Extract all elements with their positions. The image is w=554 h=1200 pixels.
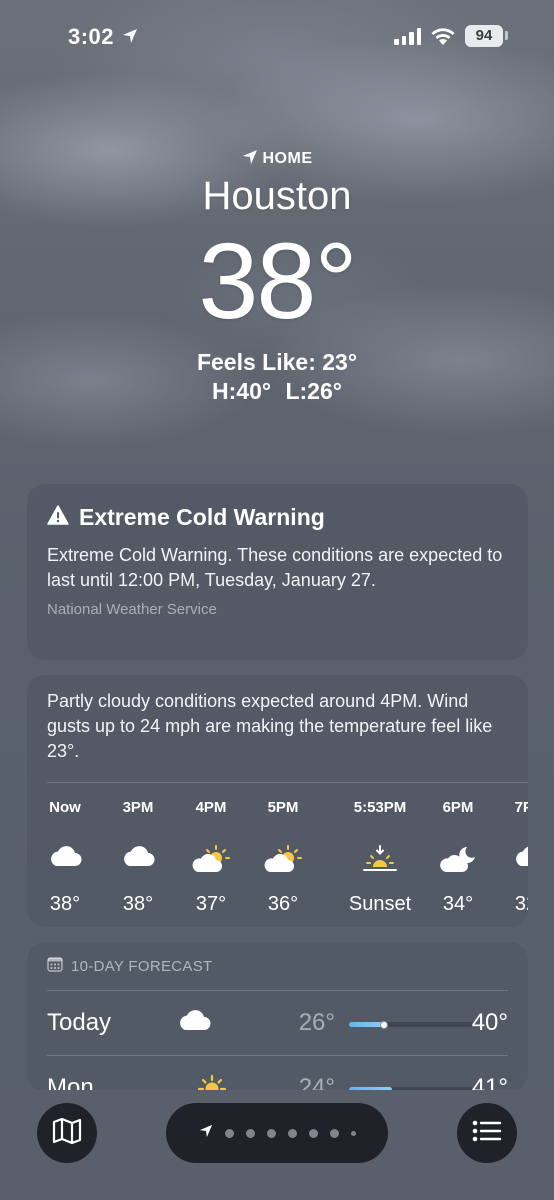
battery-indicator: 94 — [465, 25, 503, 47]
page-dot[interactable] — [224, 1128, 234, 1138]
hour-temp: 38° — [49, 893, 81, 915]
cloud-icon — [490, 845, 528, 867]
hour-temp: 38° — [122, 893, 154, 915]
hourly-scroll[interactable]: Now 38° 3PM 38° 4PM 37° 5PM 36° 5:53PM S… — [47, 783, 528, 927]
page-dot[interactable] — [329, 1128, 339, 1138]
hourly-summary: Partly cloudy conditions expected around… — [47, 691, 493, 761]
list-icon — [472, 1119, 502, 1148]
location-label: HOME — [0, 148, 554, 170]
cloud-icon — [98, 845, 178, 867]
location-arrow-icon — [242, 149, 258, 170]
location-page-indicator[interactable] — [166, 1103, 388, 1163]
location-list-button[interactable] — [457, 1103, 517, 1163]
calendar-icon — [47, 956, 63, 976]
sunset-icon — [330, 845, 430, 873]
forecast-day-row[interactable]: Today 26° 40° — [47, 991, 508, 1055]
location-label-text: HOME — [262, 150, 313, 167]
day-low: 26° — [298, 1009, 335, 1036]
temperature-range-bar — [349, 1020, 473, 1029]
hourly-forecast-card[interactable]: Partly cloudy conditions expected around… — [27, 675, 528, 927]
status-bar: 3:02 94 — [0, 0, 554, 70]
alert-body: Extreme Cold Warning. These conditions a… — [47, 545, 503, 590]
high-low: H:40° L:26° — [212, 378, 342, 404]
ten-day-forecast-card[interactable]: 10-DAY FORECAST Today 26° 40° Mon 24° 41… — [27, 942, 528, 1092]
current-temp-marker — [379, 1020, 388, 1029]
hour-label: 3PM — [122, 799, 154, 816]
forecast-day-row[interactable]: Mon 24° 41° — [47, 1056, 508, 1092]
page-dot[interactable] — [287, 1128, 297, 1138]
alert-title: Extreme Cold Warning — [47, 504, 508, 531]
city-name: Houston — [202, 174, 352, 218]
page-dot[interactable] — [350, 1130, 356, 1136]
day-high: 40° — [471, 1009, 508, 1036]
alert-source: National Weather Service — [47, 601, 217, 618]
cloud-icon — [177, 1009, 211, 1036]
cloud-icon — [27, 845, 105, 867]
hour-label: 7PM — [514, 799, 528, 816]
day-name: Today — [47, 1009, 112, 1036]
current-location-icon — [199, 1124, 213, 1143]
page-dot[interactable] — [308, 1128, 318, 1138]
forecast-header: 10-DAY FORECAST — [47, 956, 508, 976]
hour-temp: Sunset — [348, 893, 412, 915]
status-time: 3:02 — [68, 24, 115, 49]
weather-header: HOME Houston 38° Feels Like: 23° H:40° L… — [0, 148, 554, 405]
hour-label: 4PM — [195, 799, 227, 816]
alert-title-text: Extreme Cold Warning — [79, 504, 325, 530]
hour-temp: 34° — [442, 893, 474, 915]
hour-temp: 32° — [514, 893, 528, 915]
hour-temp: 36° — [267, 893, 299, 915]
current-temperature: 38° — [198, 220, 357, 341]
partly-cloudy-moon-icon — [418, 845, 498, 873]
location-arrow-icon — [122, 28, 138, 49]
hour-label: 5:53PM — [353, 799, 407, 816]
feels-like: Feels Like: 23° — [196, 349, 358, 375]
page-dot[interactable] — [266, 1128, 276, 1138]
cellular-signal-icon — [394, 28, 421, 45]
battery-tip — [505, 31, 508, 40]
forecast-header-text: 10-DAY FORECAST — [71, 957, 213, 975]
map-icon — [52, 1117, 82, 1150]
map-button[interactable] — [37, 1103, 97, 1163]
warning-icon — [47, 504, 69, 531]
hour-temp: 37° — [195, 893, 227, 915]
partly-cloudy-sun-icon — [171, 845, 251, 873]
wifi-icon — [430, 26, 456, 51]
hour-label: 5PM — [267, 799, 299, 816]
weather-alert-card[interactable]: Extreme Cold Warning Extreme Cold Warnin… — [27, 484, 528, 660]
hour-label: Now — [49, 799, 81, 816]
hour-label: 6PM — [442, 799, 474, 816]
partly-cloudy-sun-icon — [243, 845, 323, 873]
page-dot[interactable] — [245, 1128, 255, 1138]
